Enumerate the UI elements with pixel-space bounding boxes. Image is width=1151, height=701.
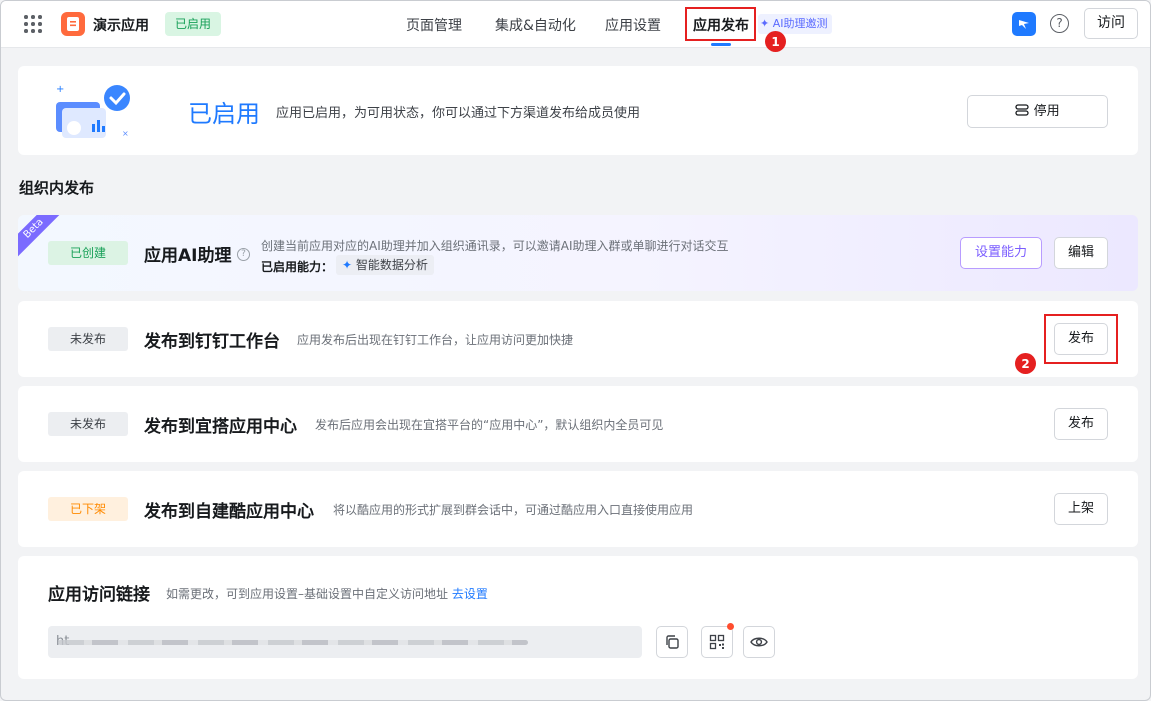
app-enabled-illustration: + × xyxy=(56,84,130,138)
app-launcher-icon[interactable] xyxy=(24,15,42,33)
capability-chip: ✦ 智能数据分析 xyxy=(336,255,434,275)
status-badge: 未发布 xyxy=(48,412,128,436)
channel-card-yida-app-center: 未发布 发布到宜搭应用中心 发布后应用会出现在宜搭平台的“应用中心”，默认组织内… xyxy=(18,386,1138,462)
svg-text:×: × xyxy=(122,129,129,138)
access-link-hint: 如需更改，可到应用设置–基础设置中自定义访问地址 xyxy=(166,587,449,601)
copy-icon xyxy=(666,635,679,649)
preview-button[interactable] xyxy=(743,626,775,658)
channel-card-dingtalk-workbench: 未发布 发布到钉钉工作台 应用发布后出现在钉钉工作台，让应用访问更加快捷 发布 xyxy=(18,301,1138,377)
svg-text:+: + xyxy=(56,84,64,95)
channel-card-ai-assistant: Beta 已创建 应用AI助理 ? 创建当前应用对应的AI助理并加入组织通讯录，… xyxy=(18,215,1138,291)
app-window: 演示应用 已启用 页面管理 集成&自动化 应用设置 应用发布 ✦ AI助理邀测 … xyxy=(0,0,1151,701)
tab-integration-automation[interactable]: 集成&自动化 xyxy=(495,15,576,35)
channel-title: 应用AI助理 xyxy=(144,246,232,266)
copy-button[interactable] xyxy=(656,626,688,658)
capability-label: 已启用能力： xyxy=(261,260,334,274)
list-button[interactable]: 上架 xyxy=(1054,493,1108,525)
disable-button[interactable]: 停用 xyxy=(967,95,1108,128)
status-badge: 已下架 xyxy=(48,497,128,521)
channel-description: 将以酷应用的形式扩展到群会话中，可通过酷应用入口直接使用应用 xyxy=(333,503,694,517)
eye-icon xyxy=(750,637,768,647)
app-status-badge: 已启用 xyxy=(165,12,222,36)
enabled-status-panel: + × 已启用 应用已启用，为可用状态，你可以通过下方渠道发布给成员使用 停用 xyxy=(18,66,1138,155)
tab-app-settings[interactable]: 应用设置 xyxy=(605,15,661,35)
access-link-description: 如需更改，可到应用设置–基础设置中自定义访问地址 去设置 xyxy=(166,585,488,602)
highlight-box-publish-tab xyxy=(685,7,756,41)
disable-label: 停用 xyxy=(1033,104,1060,119)
channel-description: 创建当前应用对应的AI助理并加入组织通讯录，可以邀请AI助理入群或单聊进行对话交… xyxy=(261,239,729,253)
app-name: 演示应用 xyxy=(93,18,149,34)
dingtalk-icon[interactable] xyxy=(1012,12,1036,36)
enabled-description: 应用已启用，为可用状态，你可以通过下方渠道发布给成员使用 xyxy=(276,106,641,121)
enabled-title: 已启用 xyxy=(188,100,260,128)
new-dot-badge xyxy=(727,623,734,630)
active-tab-indicator xyxy=(711,43,731,46)
app-document-icon xyxy=(61,12,85,36)
qrcode-icon xyxy=(709,634,725,650)
top-bar: 演示应用 已启用 页面管理 集成&自动化 应用设置 应用发布 ✦ AI助理邀测 … xyxy=(1,1,1150,52)
publish-button[interactable]: 发布 xyxy=(1054,408,1108,440)
status-badge: 已创建 xyxy=(48,241,128,265)
highlight-box-publish-button xyxy=(1044,314,1118,364)
ai-assistant-beta-tag[interactable]: ✦ AI助理邀测 xyxy=(758,14,832,34)
help-icon[interactable]: ? xyxy=(1050,14,1069,33)
set-capability-button[interactable]: 设置能力 xyxy=(960,237,1042,269)
capability-value: 智能数据分析 xyxy=(355,258,428,272)
visit-button[interactable]: 访问 xyxy=(1084,8,1138,39)
section-title-org-publish: 组织内发布 xyxy=(19,179,95,197)
qrcode-button[interactable] xyxy=(701,626,733,658)
ai-tag-label: AI助理邀测 xyxy=(772,17,828,30)
status-badge: 未发布 xyxy=(48,327,128,351)
tab-page-management[interactable]: 页面管理 xyxy=(406,15,462,35)
step-marker-1: 1 xyxy=(765,31,786,52)
access-link-panel: 应用访问链接 如需更改，可到应用设置–基础设置中自定义访问地址 去设置 ht xyxy=(18,556,1138,679)
toggle-icon xyxy=(1015,104,1033,119)
step-marker-2: 2 xyxy=(1015,353,1036,374)
question-icon[interactable]: ? xyxy=(237,248,250,261)
blurred-url-text xyxy=(58,640,528,645)
sparkle-icon: ✦ xyxy=(760,17,770,30)
edit-button[interactable]: 编辑 xyxy=(1054,237,1108,269)
channel-title: 发布到钉钉工作台 xyxy=(144,332,280,352)
channel-card-cool-app-center: 已下架 发布到自建酷应用中心 将以酷应用的形式扩展到群会话中，可通过酷应用入口直… xyxy=(18,471,1138,547)
channel-description: 发布后应用会出现在宜搭平台的“应用中心”，默认组织内全员可见 xyxy=(315,418,664,432)
go-settings-link[interactable]: 去设置 xyxy=(452,587,488,601)
channel-title: 发布到宜搭应用中心 xyxy=(144,417,297,437)
channel-title: 发布到自建酷应用中心 xyxy=(144,502,314,522)
channel-description: 应用发布后出现在钉钉工作台，让应用访问更加快捷 xyxy=(297,333,574,347)
access-link-title: 应用访问链接 xyxy=(48,585,150,605)
sparkle-icon: ✦ xyxy=(342,258,353,272)
